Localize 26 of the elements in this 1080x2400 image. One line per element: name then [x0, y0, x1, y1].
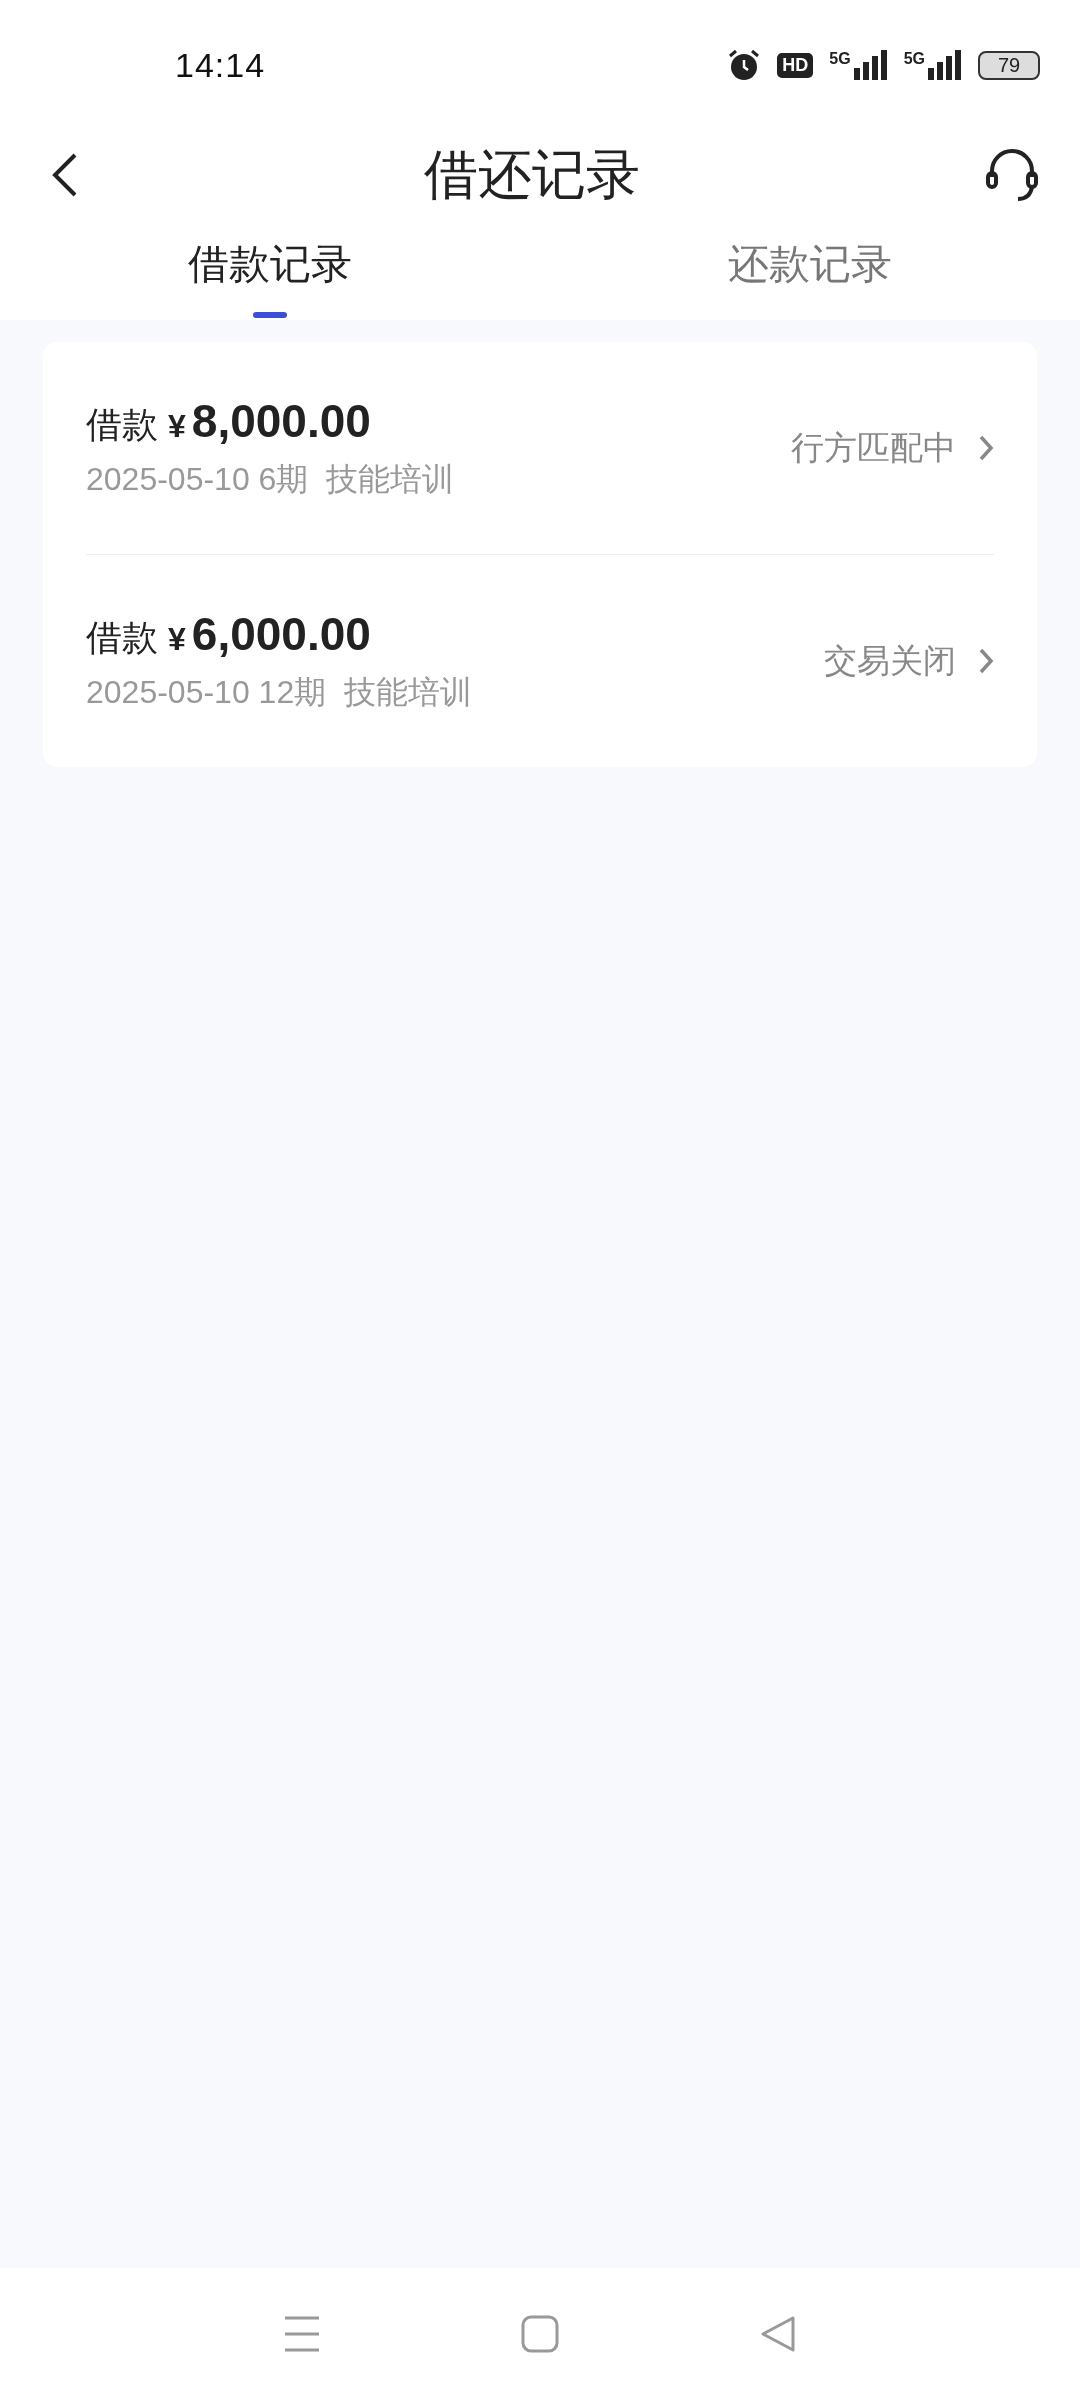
loan-amount: 借款 ¥6,000.00 — [86, 607, 372, 662]
loan-purpose: 技能培训 — [344, 673, 473, 712]
loan-purpose: 技能培训 — [326, 460, 455, 499]
chevron-icon — [978, 647, 994, 675]
battery-level: 79 — [978, 50, 1040, 80]
home-icon[interactable] — [521, 2315, 559, 2353]
signal-icon — [928, 50, 962, 80]
hd-icon: HD — [777, 52, 814, 78]
record-status-link[interactable]: 交易关闭 — [824, 638, 994, 684]
status-time: 14:14 — [175, 45, 266, 85]
page-title: 借还记录 — [424, 142, 640, 206]
tab[interactable]: 借款记录 — [0, 220, 540, 320]
record-status-link[interactable]: 行方匹配中 — [791, 425, 994, 471]
loan-amount: 借款 ¥8,000.00 — [86, 394, 372, 449]
date-term: 2025-05-10 12期 — [86, 673, 327, 712]
headset-button[interactable] — [984, 147, 1040, 203]
date-term: 2025-05-10 6期 — [86, 460, 309, 499]
menu-icon[interactable] — [283, 2315, 321, 2353]
headset-icon — [984, 147, 1040, 203]
chevron-icon — [978, 434, 994, 462]
network-type: 5G — [903, 50, 925, 68]
back-icon[interactable] — [759, 2315, 797, 2353]
alarm-icon — [727, 48, 762, 82]
tab[interactable]: 还款记录 — [540, 220, 1080, 320]
network-type: 5G — [829, 50, 851, 68]
signal-icon — [853, 50, 888, 80]
